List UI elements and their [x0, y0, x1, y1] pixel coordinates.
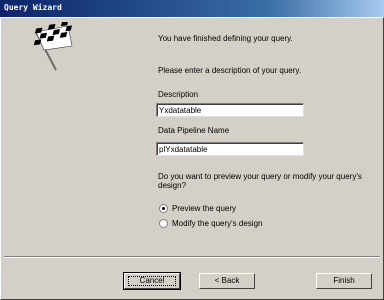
pipeline-name-label: Data Pipeline Name [158, 126, 230, 135]
finish-button-label: Finish [333, 276, 355, 285]
footer-separator [4, 256, 380, 258]
preview-question-line1: Do you want to preview your query or mod… [158, 172, 362, 181]
description-input[interactable]: Yxdatatable [156, 103, 304, 117]
cancel-button[interactable]: Cancel [123, 272, 181, 290]
title-bar[interactable]: Query Wizard [0, 0, 384, 17]
description-label: Description [158, 90, 199, 99]
window-title: Query Wizard [4, 3, 62, 12]
pipeline-name-input[interactable]: plYxdatatable [156, 142, 304, 156]
back-button[interactable]: < Back [199, 273, 255, 289]
finish-button[interactable]: Finish [316, 273, 372, 289]
preview-query-radio[interactable] [159, 204, 168, 213]
modify-design-radio[interactable] [159, 219, 168, 228]
preview-query-label[interactable]: Preview the query [172, 204, 236, 213]
finished-message: You have finished defining your query. [158, 34, 293, 43]
modify-design-label[interactable]: Modify the query's design [172, 219, 262, 228]
focus-rect [128, 276, 176, 286]
back-button-label: < Back [214, 276, 240, 285]
checkered-flag-icon [33, 22, 73, 71]
enter-description-message: Please enter a description of your query… [158, 66, 302, 75]
preview-question-line2: design? [158, 181, 187, 190]
radio-selected-dot [162, 207, 165, 210]
